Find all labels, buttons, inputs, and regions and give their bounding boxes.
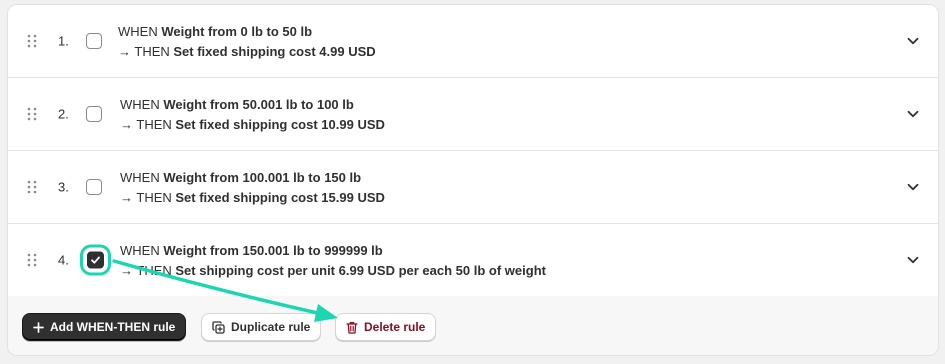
rule-description: WHEN Weight from 150.001 lb to 999999 lb… (120, 241, 546, 281)
then-action: Set fixed shipping cost 10.99 USD (175, 117, 385, 132)
rule-then-line: → THEN Set fixed shipping cost 4.99 USD (118, 42, 376, 62)
rule-checkbox-checked[interactable] (80, 244, 111, 276)
delete-rule-label: Delete rule (364, 320, 426, 334)
drag-handle-icon[interactable] (27, 34, 37, 48)
duplicate-icon (212, 320, 225, 334)
rule-description: WHEN Weight from 100.001 lb to 150 lb → … (120, 168, 385, 208)
rule-description: WHEN Weight from 0 lb to 50 lb → THEN Se… (118, 22, 376, 62)
add-rule-button[interactable]: Add WHEN-THEN rule (22, 313, 187, 341)
rule-then-line: → THEN Set shipping cost per unit 6.99 U… (120, 261, 546, 281)
rule-then-line: → THEN Set fixed shipping cost 10.99 USD (120, 115, 385, 135)
rule-number: 1. (58, 33, 69, 49)
when-prefix: WHEN (120, 170, 160, 185)
then-action: Set shipping cost per unit 6.99 USD per … (175, 263, 546, 278)
add-rule-label: Add WHEN-THEN rule (50, 320, 176, 334)
chevron-down-icon[interactable] (906, 180, 920, 194)
rule-when-line: WHEN Weight from 50.001 lb to 100 lb (120, 95, 385, 115)
then-prefix: → THEN (120, 263, 172, 278)
rule-row-4[interactable]: 4. WHEN Weight from 150.001 lb to 999999… (8, 224, 938, 297)
chevron-down-icon[interactable] (906, 253, 920, 267)
rules-card: 1. WHEN Weight from 0 lb to 50 lb → THEN… (7, 4, 939, 356)
duplicate-rule-button[interactable]: Duplicate rule (201, 313, 322, 341)
checkmark-icon (91, 256, 100, 264)
rule-number: 3. (58, 179, 69, 195)
when-condition: Weight from 0 lb to 50 lb (161, 24, 313, 39)
duplicate-rule-label: Duplicate rule (231, 320, 311, 334)
trash-icon (346, 321, 358, 334)
plus-icon (33, 321, 44, 333)
rule-when-line: WHEN Weight from 100.001 lb to 150 lb (120, 168, 385, 188)
rule-checkbox[interactable] (86, 179, 102, 195)
then-prefix: → THEN (118, 44, 170, 59)
drag-handle-icon[interactable] (27, 107, 37, 121)
rule-row-1[interactable]: 1. WHEN Weight from 0 lb to 50 lb → THEN… (8, 5, 938, 78)
when-prefix: WHEN (120, 97, 160, 112)
then-action: Set fixed shipping cost 15.99 USD (175, 190, 385, 205)
chevron-down-icon[interactable] (906, 34, 920, 48)
rule-when-line: WHEN Weight from 0 lb to 50 lb (118, 22, 376, 42)
rule-number: 4. (58, 252, 69, 268)
rule-checkbox[interactable] (86, 33, 102, 49)
rule-then-line: → THEN Set fixed shipping cost 15.99 USD (120, 188, 385, 208)
rules-footer: Add WHEN-THEN rule Duplicate rule Delete… (8, 296, 938, 355)
rule-checkbox[interactable] (86, 106, 102, 122)
when-condition: Weight from 150.001 lb to 999999 lb (163, 243, 383, 258)
rule-row-3[interactable]: 3. WHEN Weight from 100.001 lb to 150 lb… (8, 151, 938, 224)
then-action: Set fixed shipping cost 4.99 USD (173, 44, 376, 59)
when-condition: Weight from 50.001 lb to 100 lb (163, 97, 354, 112)
when-prefix: WHEN (118, 24, 158, 39)
drag-handle-icon[interactable] (27, 180, 37, 194)
delete-rule-button[interactable]: Delete rule (335, 313, 437, 341)
rule-number: 2. (58, 106, 69, 122)
rule-description: WHEN Weight from 50.001 lb to 100 lb → T… (120, 95, 385, 135)
then-prefix: → THEN (120, 190, 172, 205)
then-prefix: → THEN (120, 117, 172, 132)
rule-row-2[interactable]: 2. WHEN Weight from 50.001 lb to 100 lb … (8, 78, 938, 151)
when-condition: Weight from 100.001 lb to 150 lb (163, 170, 362, 185)
rule-when-line: WHEN Weight from 150.001 lb to 999999 lb (120, 241, 546, 261)
chevron-down-icon[interactable] (906, 107, 920, 121)
when-prefix: WHEN (120, 243, 160, 258)
drag-handle-icon[interactable] (27, 253, 37, 267)
